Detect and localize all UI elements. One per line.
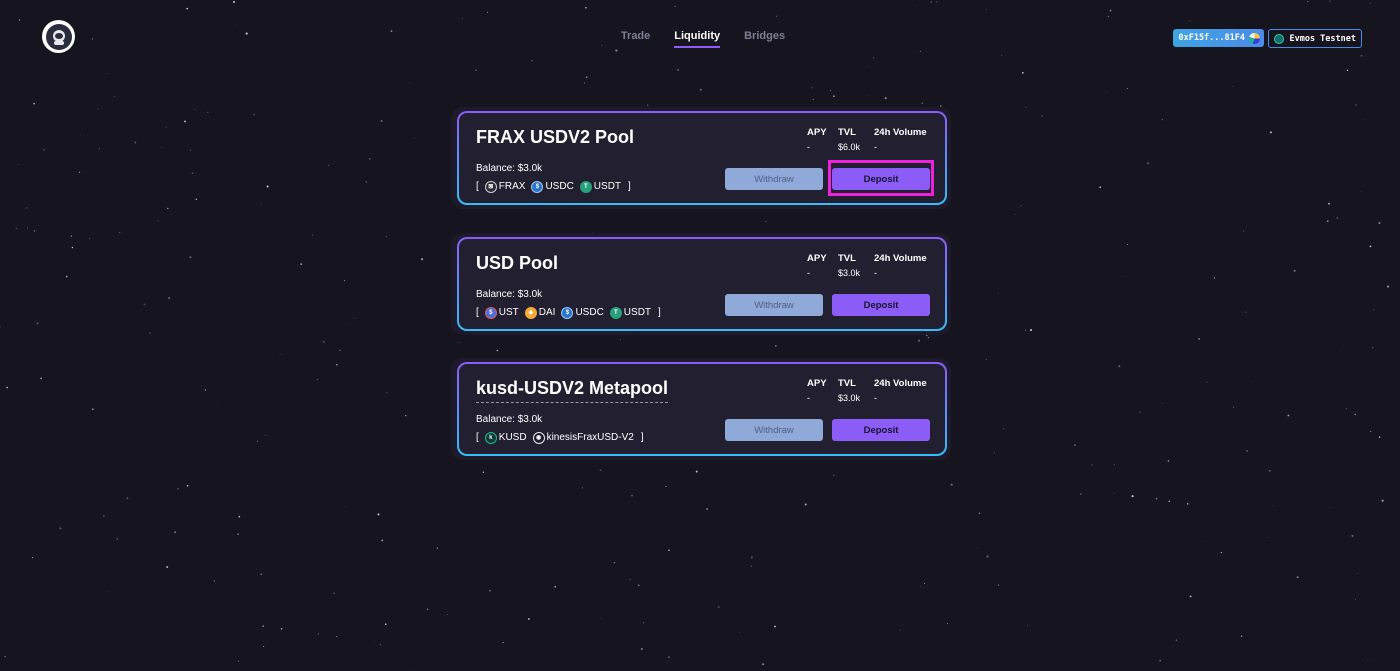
apy-stat: APY -	[807, 253, 838, 278]
volume-value: -	[874, 142, 877, 152]
frax-icon: ⊠	[485, 181, 496, 192]
token-list-open-bracket: [	[476, 181, 479, 192]
tvl-stat: TVL $3.0k	[838, 253, 874, 278]
token-chip: ◉ kinesisFraxUSD-V2	[533, 432, 634, 443]
token-name: UST	[498, 307, 519, 318]
tvl-stat: TVL $3.0k	[838, 378, 874, 403]
nav-bridges[interactable]: Bridges	[744, 30, 785, 48]
pool-balance: Balance: $3.0k	[476, 289, 543, 300]
volume-value: -	[874, 268, 877, 278]
pool-card: USD Pool Balance: $3.0k [$ UST ◈ DAI $ USDC T U…	[451, 233, 951, 335]
pool-balance: Balance: $3.0k	[476, 414, 543, 425]
kinesis-icon: ◉	[533, 432, 544, 443]
network-button[interactable]: Evmos Testnet	[1268, 29, 1362, 48]
pool-stats: APY - TVL $6.0k 24h Volume -	[807, 127, 928, 152]
pool-card-body: FRAX USDV2 Pool Balance: $3.0k [⊠ FRAX $ US…	[457, 111, 947, 205]
withdraw-button[interactable]: Withdraw	[725, 294, 823, 316]
volume-value: -	[874, 393, 877, 403]
token-name: FRAX	[498, 181, 526, 192]
apy-value: -	[807, 393, 810, 403]
usdc-icon: $	[562, 307, 573, 318]
pool-token-list: [ k KUSD ◉ kinesisFraxUSD-V2]	[476, 432, 644, 443]
tvl-value: $3.0k	[838, 393, 861, 403]
withdraw-button[interactable]: Withdraw	[725, 168, 823, 190]
nav-trade[interactable]: Trade	[621, 30, 650, 48]
pool-balance: Balance: $3.0k	[476, 163, 543, 174]
ust-icon: $	[485, 307, 496, 318]
tvl-label: TVL	[838, 378, 856, 389]
pool-stats: APY - TVL $3.0k 24h Volume -	[807, 378, 928, 403]
token-name: USDC	[545, 181, 574, 192]
token-list-open-bracket: [	[476, 432, 479, 443]
pool-title: USD Pool	[476, 253, 559, 273]
tvl-value: $3.0k	[838, 268, 861, 278]
deposit-button[interactable]: Deposit	[832, 419, 930, 441]
token-chip: k KUSD	[485, 432, 527, 443]
tvl-label: TVL	[838, 253, 856, 264]
token-chip: ◈ DAI	[525, 307, 556, 318]
token-chip: $ UST	[485, 307, 519, 318]
token-name: kinesisFraxUSD-V2	[546, 432, 634, 443]
pool-card-body: kusd-USDV2 Metapool Balance: $3.0k [ k KUS…	[457, 362, 947, 456]
volume-label: 24h Volume	[874, 378, 927, 389]
token-chip: T USDT	[610, 307, 652, 318]
pool-title: kusd-USDV2 Metapool	[476, 378, 669, 403]
volume-stat: 24h Volume -	[874, 127, 928, 152]
pool-token-list: [ ⊠ FRAX $ USDC T USDT]	[476, 181, 631, 192]
wallet-button[interactable]: 0xF15f...81F4	[1173, 29, 1264, 47]
pool-card-body: USD Pool Balance: $3.0k [$ UST ◈ DAI $ USDC T U…	[457, 237, 947, 331]
pool-card: kusd-USDV2 Metapool Balance: $3.0k [ k KUS…	[451, 358, 951, 460]
tvl-stat: TVL $6.0k	[838, 127, 874, 152]
token-name: USDC	[575, 307, 604, 318]
usdc-icon: $	[532, 181, 543, 192]
apy-label: APY	[807, 253, 827, 264]
usdt-icon: T	[610, 307, 621, 318]
dai-icon: ◈	[525, 307, 536, 318]
pool-token-list: [$ UST ◈ DAI $ USDC T USDT]	[476, 307, 661, 318]
apy-stat: APY -	[807, 378, 838, 403]
token-list-close-bracket: ]	[658, 307, 661, 318]
token-chip: ⊠ FRAX	[485, 181, 526, 192]
token-list-close-bracket: ]	[628, 181, 631, 192]
token-name: USDT	[623, 307, 652, 318]
pool-card: FRAX USDV2 Pool Balance: $3.0k [⊠ FRAX $ US…	[451, 107, 951, 209]
token-chip: T USDT	[580, 181, 622, 192]
apy-label: APY	[807, 127, 827, 138]
pool-title: FRAX USDV2 Pool	[476, 127, 635, 147]
usdt-icon: T	[580, 181, 591, 192]
wallet-avatar-icon	[1249, 32, 1260, 44]
deposit-button[interactable]: Deposit	[832, 294, 930, 316]
token-list-close-bracket: ]	[640, 432, 644, 443]
nav-liquidity[interactable]: Liquidity	[674, 30, 721, 48]
token-name: USDT	[593, 181, 622, 192]
token-name: DAI	[538, 307, 556, 318]
kusd-icon: k	[485, 432, 496, 443]
token-name: KUSD	[498, 432, 527, 443]
token-chip: $ USDC	[532, 181, 574, 192]
deposit-button-highlight	[828, 160, 934, 196]
pool-stats: APY - TVL $3.0k 24h Volume -	[807, 253, 928, 278]
volume-stat: 24h Volume -	[874, 253, 928, 278]
volume-stat: 24h Volume -	[874, 378, 928, 403]
volume-label: 24h Volume	[874, 253, 927, 264]
volume-label: 24h Volume	[874, 127, 927, 138]
evmos-network-icon	[1274, 33, 1285, 44]
tvl-value: $6.0k	[838, 142, 861, 152]
apy-value: -	[807, 142, 810, 152]
tvl-label: TVL	[838, 127, 856, 138]
token-list-open-bracket: [	[476, 307, 479, 318]
withdraw-button[interactable]: Withdraw	[725, 419, 823, 441]
apy-label: APY	[807, 378, 827, 389]
network-label: Evmos Testnet	[1289, 33, 1356, 44]
apy-value: -	[807, 268, 810, 278]
token-chip: $ USDC	[562, 307, 604, 318]
wallet-address: 0xF15f...81F4	[1178, 33, 1245, 43]
starfield-background	[0, 0, 1390, 671]
apy-stat: APY -	[807, 127, 838, 152]
